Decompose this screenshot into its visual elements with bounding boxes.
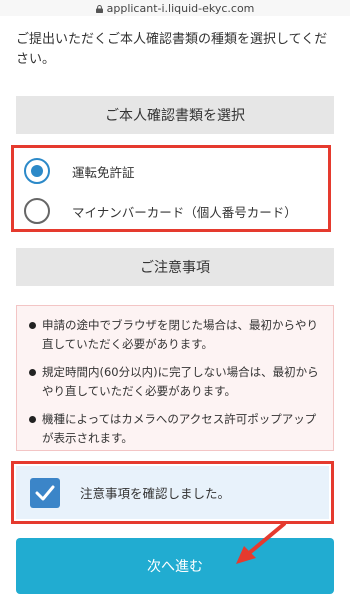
option-drivers-license[interactable]: 運転免許証 [24,158,135,184]
confirm-highlight: 注意事項を確認しました。 [11,461,334,524]
option-label: 運転免許証 [72,164,135,180]
browser-url-bar[interactable]: applicant-i.liquid-ekyc.com [0,0,350,16]
option-label: マイナンバーカード（個人番号カード） [72,204,297,220]
document-section-heading: ご本人確認書類を選択 [16,96,334,134]
confirm-checkbox-row[interactable]: 注意事項を確認しました。 [16,466,329,519]
notice-section-heading: ご注意事項 [16,248,334,286]
notice-item: 規定時間内(60分以内)に完了しない場合は、最初からやり直していただく必要があり… [29,363,323,401]
radio-unselected-icon[interactable] [24,198,50,224]
notice-item: 申請の途中でブラウザを閉じた場合は、最初からやり直していただく必要があります。 [29,316,323,354]
confirm-label: 注意事項を確認しました。 [80,486,231,501]
radio-selected-icon[interactable] [24,158,50,184]
notice-list: 申請の途中でブラウザを閉じた場合は、最初からやり直していただく必要があります。 … [16,305,334,451]
notice-item: 機種によってはカメラへのアクセス許可ポップアップが表示されます。 [29,410,323,448]
red-arrow-icon [236,522,286,564]
option-mynumber-card[interactable]: マイナンバーカード（個人番号カード） [24,198,297,224]
checkbox-checked-icon[interactable] [30,477,60,508]
url-text: applicant-i.liquid-ekyc.com [106,1,255,15]
checkmark-icon [35,485,55,500]
lock-icon [95,5,103,13]
intro-text: ご提出いただくご本人確認書類の種類を選択してください。 [16,32,328,67]
document-options-group: 運転免許証 マイナンバーカード（個人番号カード） [11,145,331,232]
